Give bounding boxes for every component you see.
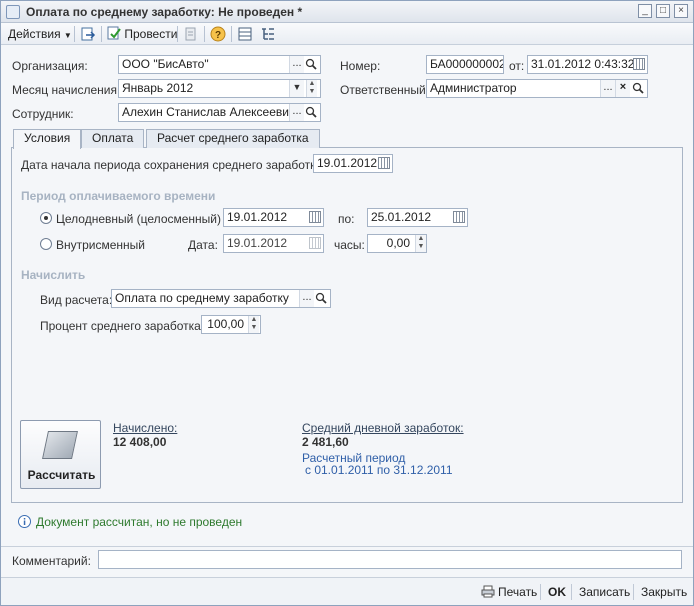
organization-label: Организация:: [12, 59, 88, 73]
number-label: Номер:: [340, 59, 381, 73]
month-dropdown-icon[interactable]: ▼: [289, 80, 304, 97]
actions-menu[interactable]: Действия ▼: [8, 26, 72, 42]
paid-period-title: Период оплачиваемого времени: [21, 189, 216, 203]
bottom-divider: [571, 584, 572, 600]
organization-select-button[interactable]: ...: [289, 56, 304, 73]
document-window: Оплата по среднему заработку: Не проведе…: [0, 0, 694, 606]
hours-spinner[interactable]: ▲ ▼: [415, 235, 426, 252]
calendar-icon[interactable]: [309, 211, 321, 223]
responsible-label: Ответственный:: [340, 83, 430, 97]
printer-icon[interactable]: [481, 585, 495, 598]
avg-daily-label: Средний дневной заработок:: [302, 421, 464, 435]
toolbar-divider: [231, 26, 232, 42]
info-icon: [18, 515, 31, 528]
save-button[interactable]: Записать: [579, 585, 630, 599]
ok-button[interactable]: OK: [548, 585, 566, 599]
calendar-icon[interactable]: [633, 58, 645, 70]
intrashift-label: Внутрисменный: [56, 238, 146, 252]
comment-label: Комментарий:: [12, 554, 91, 568]
bottom-divider: [633, 584, 634, 600]
bottom-divider: [540, 584, 541, 600]
fullday-radio[interactable]: [40, 212, 52, 224]
tab-payment[interactable]: Оплата: [81, 129, 145, 148]
intrashift-radio[interactable]: [40, 238, 52, 250]
structure-icon[interactable]: [183, 26, 199, 42]
close-button[interactable]: Закрыть: [641, 585, 687, 599]
organization-search-icon[interactable]: [305, 58, 318, 71]
svg-text:?: ?: [215, 30, 221, 41]
minimize-button[interactable]: _: [638, 4, 652, 18]
post-document-icon: [107, 26, 121, 40]
document-icon: [6, 5, 20, 19]
toolbar-divider: [101, 26, 102, 42]
list-view-icon[interactable]: [237, 26, 253, 42]
bottom-bar: Печать OK Записать Закрыть: [1, 577, 693, 605]
maximize-button[interactable]: □: [656, 4, 670, 18]
calendar-icon[interactable]: [378, 157, 390, 169]
close-window-button[interactable]: ×: [674, 4, 688, 18]
accrued-value: 12 408,00: [113, 435, 167, 449]
calc-type-field[interactable]: Оплата по среднему заработку: [111, 289, 331, 308]
window-title: Оплата по среднему заработку: Не проведе…: [26, 5, 303, 19]
calc-type-search-icon[interactable]: [315, 292, 328, 305]
title-bar: Оплата по среднему заработку: Не проведе…: [1, 1, 693, 23]
calc-period-value[interactable]: с 01.01.2011 по 31.12.2011: [305, 463, 453, 477]
percent-label: Процент среднего заработка:: [40, 319, 205, 333]
toolbar-divider: [74, 26, 75, 42]
percent-spinner[interactable]: ▲ ▼: [248, 316, 259, 333]
accrue-title: Начислить: [21, 268, 86, 282]
number-field[interactable]: БА000000002: [426, 55, 504, 74]
calendar-icon[interactable]: [453, 211, 465, 223]
help-icon[interactable]: ?: [210, 26, 226, 42]
calc-type-select-button[interactable]: ...: [299, 290, 314, 307]
to-label: по:: [338, 212, 355, 226]
dropdown-arrow-icon: ▼: [63, 31, 72, 40]
comment-field[interactable]: [98, 550, 682, 569]
employee-search-icon[interactable]: [305, 106, 318, 119]
calendar-icon[interactable]: [309, 237, 321, 249]
date-label: Дата:: [188, 238, 218, 252]
calculate-label: Рассчитать: [27, 468, 96, 482]
document-date-field[interactable]: 31.01.2012 0:43:32: [527, 55, 648, 74]
toolbar: Действия ▼ Провести ?: [1, 23, 693, 45]
avg-daily-value: 2 481,60: [302, 435, 349, 449]
date-from-label: от:: [509, 59, 525, 73]
month-label: Месяц начисления:: [12, 83, 121, 97]
hours-label: часы:: [334, 238, 365, 252]
calc-type-label: Вид расчета:: [40, 293, 113, 307]
employee-select-button[interactable]: ...: [289, 104, 304, 121]
calculator-icon: [42, 431, 78, 459]
tree-list-icon[interactable]: [260, 26, 276, 42]
print-button[interactable]: Печать: [498, 585, 537, 599]
actions-label: Действия: [8, 27, 61, 41]
clear-icon[interactable]: ×: [615, 80, 630, 97]
fullday-label: Целодневный (целосменный) с:: [56, 212, 234, 226]
responsible-search-icon[interactable]: [632, 82, 645, 95]
go-to-icon[interactable]: [80, 26, 96, 42]
calculate-button[interactable]: Рассчитать: [20, 420, 101, 489]
post-label: Провести: [124, 27, 178, 41]
toolbar-divider: [204, 26, 205, 42]
tab-average-earnings[interactable]: Расчет среднего заработка: [146, 129, 320, 148]
responsible-select-button[interactable]: ...: [600, 80, 615, 97]
post-button[interactable]: Провести: [107, 26, 177, 42]
employee-label: Сотрудник:: [12, 107, 74, 121]
status-message: Документ рассчитан, но не проведен: [36, 515, 243, 529]
status-divider: [1, 546, 693, 547]
period-start-label: Дата начала периода сохранения среднего …: [21, 158, 326, 172]
accrued-label: Начислено:: [113, 421, 178, 435]
toolbar-divider: [177, 26, 178, 42]
tab-conditions[interactable]: Условия: [13, 129, 82, 149]
month-spinner[interactable]: ▲ ▼: [306, 80, 317, 97]
